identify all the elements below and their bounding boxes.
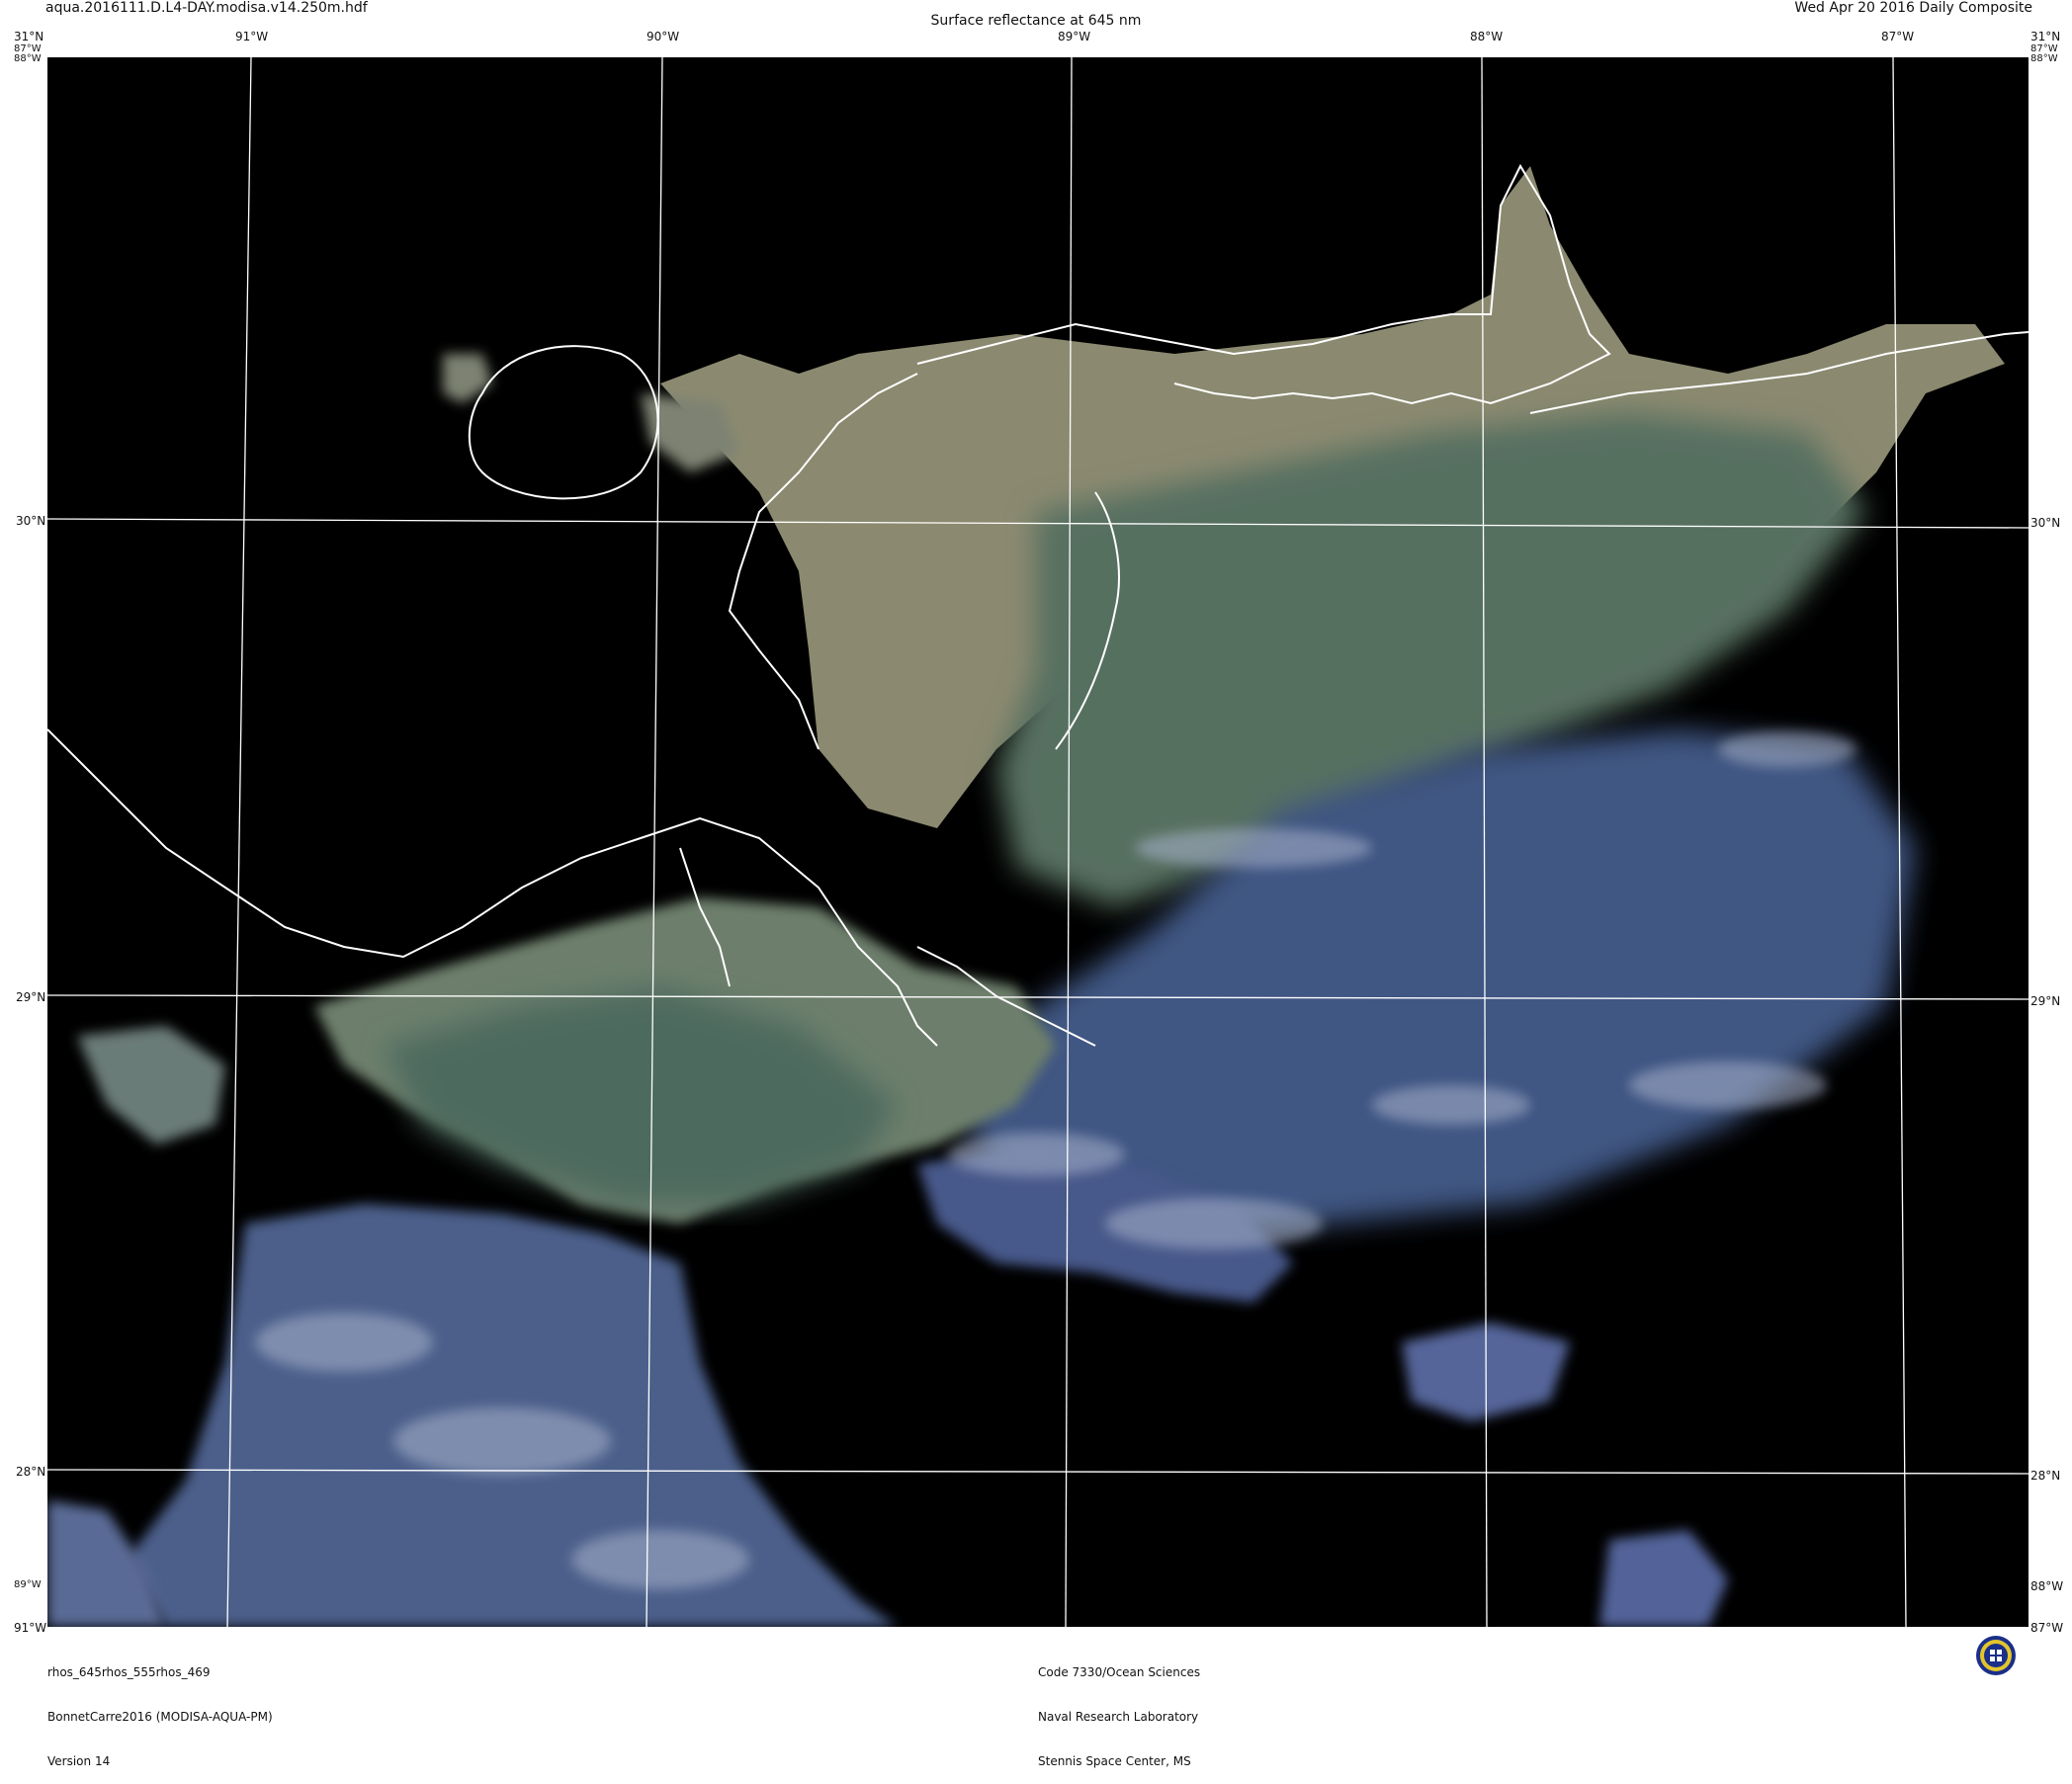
- band-combination: rhos_645rhos_555rhos_469: [47, 1665, 211, 1679]
- bottom-right-patch: [1599, 1530, 1728, 1627]
- product-info: rhos_645rhos_555rhos_469 BonnetCarre2016…: [47, 1636, 273, 1784]
- project-name: BonnetCarre2016 (MODISA-AQUA-PM): [47, 1710, 273, 1724]
- location-label: Stennis Space Center, MS: [1038, 1754, 1191, 1768]
- lon-label-88w: 88°W: [1470, 30, 1504, 43]
- west-edge-water: [77, 1026, 225, 1145]
- lab-name: Naval Research Laboratory: [1038, 1710, 1199, 1724]
- lat-label-28n-left: 28°N: [16, 1465, 46, 1479]
- lat-label-29n-right: 29°N: [2030, 994, 2061, 1008]
- corner-lat-top-left: 31°N: [14, 30, 44, 43]
- corner-lon-bottom-right: 88°W: [2030, 1579, 2064, 1593]
- lat-label-30n-left: 30°N: [16, 514, 46, 528]
- lon-label-89w: 89°W: [1058, 30, 1091, 43]
- code-label: Code 7330/Ocean Sciences: [1038, 1665, 1201, 1679]
- corner-lon-top-right-2: 88°W: [2030, 53, 2058, 64]
- map-canvas: [47, 57, 2029, 1627]
- lat-label-29n-left: 29°N: [16, 990, 46, 1004]
- map-title: Surface reflectance at 645 nm: [930, 13, 1142, 29]
- corner-lat-top-right: 31°N: [2030, 30, 2061, 43]
- lat-label-30n-right: 30°N: [2030, 516, 2061, 530]
- nrl-seal-icon: [1976, 1636, 2016, 1675]
- lon-label-90w: 90°W: [647, 30, 680, 43]
- agency-info: Code 7330/Ocean Sciences Naval Research …: [1038, 1636, 1200, 1784]
- corner-lon-bottom-left: 89°W: [14, 1579, 42, 1590]
- lat-label-28n-right: 28°N: [2030, 1469, 2061, 1483]
- composite-date: Wed Apr 20 2016 Daily Composite: [1794, 0, 2032, 16]
- lon-label-91w: 91°W: [235, 30, 269, 43]
- corner-lon-bottom-left-2: 91°W: [14, 1621, 47, 1635]
- corner-lon-bottom-right-2: 87°W: [2030, 1621, 2064, 1635]
- lon-label-87w: 87°W: [1881, 30, 1915, 43]
- corner-lon-top-left-2: 88°W: [14, 53, 42, 64]
- satellite-map[interactable]: [47, 57, 2029, 1627]
- version-label: Version 14: [47, 1754, 111, 1768]
